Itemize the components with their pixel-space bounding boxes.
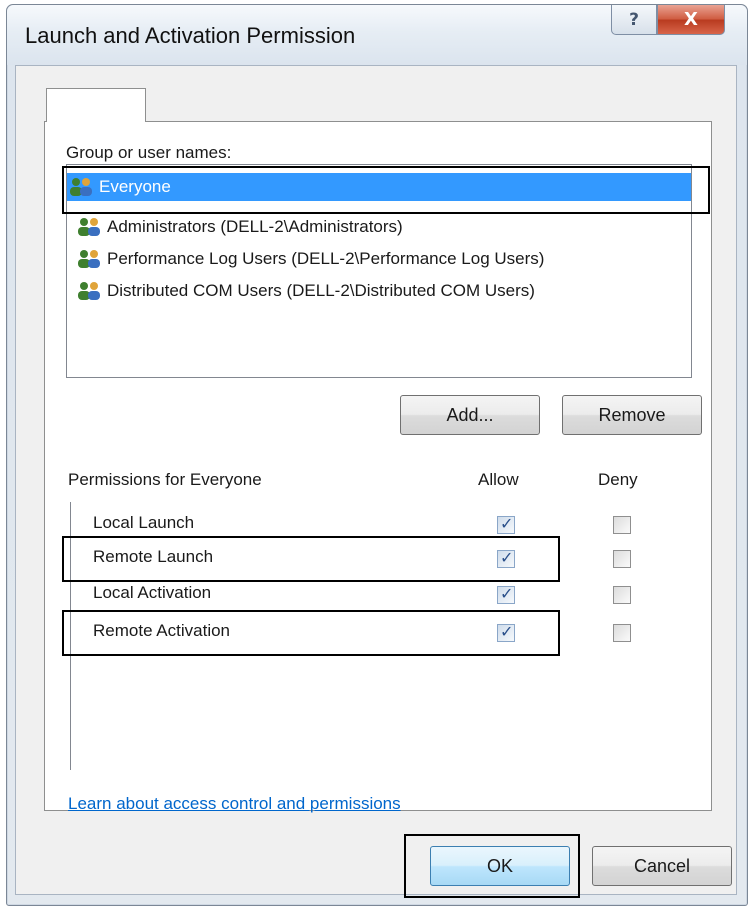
deny-checkbox[interactable] — [613, 586, 631, 604]
help-button[interactable]: ? — [611, 5, 657, 35]
cancel-button-label: Cancel — [633, 855, 691, 876]
close-icon: X — [684, 9, 698, 30]
user-name: Everyone — [99, 177, 171, 196]
add-button[interactable]: Add... — [400, 395, 540, 435]
list-item[interactable]: Administrators (DELL-2\Administrators) — [75, 213, 403, 241]
permission-row: Local Launch ✓ — [71, 510, 691, 540]
deny-checkbox[interactable] — [613, 624, 631, 642]
deny-checkbox[interactable] — [613, 516, 631, 534]
list-item[interactable]: Everyone — [67, 173, 691, 201]
window-title: Launch and Activation Permission — [25, 23, 356, 48]
remove-button[interactable]: Remove — [562, 395, 702, 435]
allow-checkbox[interactable]: ✓ — [497, 622, 515, 642]
allow-checkbox[interactable]: ✓ — [497, 584, 515, 604]
ok-button[interactable]: OK — [430, 846, 570, 886]
check-icon: ✓ — [500, 514, 514, 533]
permissions-heading: Permissions for Everyone — [68, 470, 262, 489]
users-heading: Group or user names: — [66, 143, 232, 162]
permission-name: Remote Activation — [93, 621, 231, 640]
list-item[interactable]: Performance Log Users (DELL-2\Performanc… — [75, 245, 544, 273]
permission-row: Local Activation ✓ — [71, 580, 691, 610]
users-group-icon — [67, 176, 97, 198]
deny-column-header: Deny — [598, 470, 638, 489]
close-button[interactable]: X — [657, 5, 725, 35]
permission-name: Local Activation — [93, 583, 212, 602]
users-group-icon — [75, 280, 105, 302]
title-bar: Launch and Activation Permission ? X — [7, 5, 747, 65]
permission-row: Remote Activation ✓ — [71, 618, 691, 648]
access-control-help-link[interactable]: Learn about access control and permissio… — [68, 794, 401, 814]
ok-button-label: OK — [486, 855, 513, 876]
allow-column-header: Allow — [478, 470, 519, 489]
check-icon: ✓ — [500, 584, 514, 603]
permission-name: Remote Launch — [93, 547, 214, 566]
remove-button-label: Remove — [598, 404, 666, 425]
users-listbox[interactable]: Everyone Administrators (DELL-2\Administ… — [66, 164, 692, 378]
user-name: Administrators (DELL-2\Administrators) — [107, 217, 403, 236]
user-name: Distributed COM Users (DELL-2\Distribute… — [107, 281, 535, 300]
check-icon: ✓ — [500, 622, 514, 641]
cancel-button[interactable]: Cancel — [592, 846, 732, 886]
user-name: Performance Log Users (DELL-2\Performanc… — [107, 249, 545, 268]
deny-checkbox[interactable] — [613, 550, 631, 568]
permission-row: Remote Launch ✓ — [71, 544, 691, 574]
dialog-window: Launch and Activation Permission ? X — [6, 4, 748, 906]
users-group-icon — [75, 216, 105, 238]
add-button-label: Add... — [446, 404, 494, 425]
help-icon: ? — [629, 9, 639, 30]
users-group-icon — [75, 248, 105, 270]
allow-checkbox[interactable]: ✓ — [497, 548, 515, 568]
permission-name: Local Launch — [93, 513, 195, 532]
permissions-list[interactable]: Local Launch ✓ Remote Launch ✓ Local Act… — [70, 502, 691, 770]
check-icon: ✓ — [500, 548, 514, 567]
list-item[interactable]: Distributed COM Users (DELL-2\Distribute… — [75, 277, 535, 305]
tab-security[interactable] — [46, 88, 146, 122]
allow-checkbox[interactable]: ✓ — [497, 514, 515, 534]
